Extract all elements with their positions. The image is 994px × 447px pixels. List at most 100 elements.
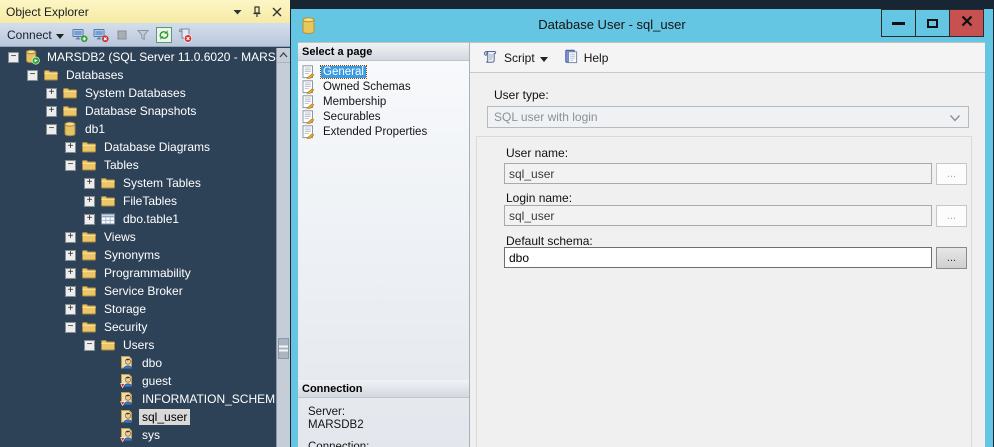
tree-item-dbo-table1[interactable]: + dbo.table1	[0, 210, 276, 228]
user-name-field[interactable]	[504, 163, 932, 184]
user-icon	[119, 409, 135, 425]
user-disabled-icon	[119, 391, 135, 407]
tree-item-label: Users	[120, 337, 157, 353]
tree-item-security[interactable]: −Security	[0, 318, 276, 336]
expand-icon[interactable]: +	[84, 178, 95, 189]
tree-item-label: System Databases	[82, 85, 189, 101]
chevron-down-icon[interactable]	[233, 9, 242, 15]
folder-icon	[62, 103, 78, 119]
expand-icon[interactable]: +	[84, 214, 95, 225]
page-icon	[302, 95, 317, 109]
tree-item-label: dbo.table1	[120, 211, 182, 227]
tree-item-dbo[interactable]: dbo	[0, 354, 276, 372]
collapse-icon[interactable]: −	[65, 322, 76, 333]
tree-item-label: Views	[101, 229, 139, 245]
script-error-icon[interactable]	[177, 27, 193, 43]
refresh-icon[interactable]	[156, 27, 172, 43]
script-button[interactable]: Script	[479, 47, 551, 69]
tree-item-db1[interactable]: −db1	[0, 120, 276, 138]
tree-item-label: dbo	[139, 355, 165, 371]
tree-item-users[interactable]: − Users	[0, 336, 276, 354]
login-name-field[interactable]	[504, 205, 932, 226]
expand-icon[interactable]: +	[46, 88, 57, 99]
folder-icon	[62, 85, 78, 101]
tree-item-storage[interactable]: +Storage	[0, 300, 276, 318]
close-button[interactable]	[949, 9, 984, 37]
page-icon	[302, 80, 317, 94]
tree-item-sys[interactable]: sys	[0, 426, 276, 444]
tree-item-database-snapshots[interactable]: +Database Snapshots	[0, 102, 276, 120]
connect-button[interactable]: Connect	[5, 27, 66, 43]
tree-item-views[interactable]: + Views	[0, 228, 276, 246]
tree-item-guest[interactable]: guest	[0, 372, 276, 390]
stop-icon[interactable]	[114, 27, 130, 43]
object-explorer-toolbar: Connect	[0, 23, 290, 47]
connect-server-icon[interactable]	[72, 27, 88, 43]
expand-icon[interactable]: +	[65, 268, 76, 279]
tree-item-marsdb2-sql-server-11-0-6020-marsd[interactable]: −MARSDB2 (SQL Server 11.0.6020 - MARSD	[0, 48, 276, 66]
tree-item-information-schem[interactable]: INFORMATION_SCHEM	[0, 390, 276, 408]
user-type-value: SQL user with login	[494, 110, 598, 124]
script-button-label: Script	[504, 51, 535, 65]
tree-item-synonyms[interactable]: +Synonyms	[0, 246, 276, 264]
dialog-titlebar[interactable]: Database User - sql_user	[291, 9, 993, 42]
maximize-button[interactable]	[915, 9, 950, 37]
expand-icon[interactable]: +	[65, 142, 76, 153]
page-item-extended-properties[interactable]: Extended Properties	[301, 124, 469, 139]
page-item-owned-schemas[interactable]: Owned Schemas	[301, 79, 469, 94]
tree-item-label: Service Broker	[101, 283, 186, 299]
tree-item-service-broker[interactable]: + Service Broker	[0, 282, 276, 300]
chevron-down-icon[interactable]	[540, 51, 548, 65]
tree-scrollbar[interactable]	[276, 48, 290, 447]
default-schema-browse-button[interactable]: ...	[936, 247, 967, 269]
object-explorer-title: Object Explorer	[6, 5, 233, 19]
folder-icon	[81, 301, 97, 317]
server-icon	[24, 49, 40, 65]
tree-item-label: sys	[139, 427, 163, 443]
disconnect-server-icon[interactable]	[93, 27, 109, 43]
expand-icon[interactable]: +	[65, 304, 76, 315]
page-item-membership[interactable]: Membership	[301, 94, 469, 109]
default-schema-field[interactable]	[504, 247, 932, 268]
scrollbar-thumb[interactable]	[278, 338, 289, 359]
database-user-dialog: Database User - sql_user Select a page G…	[291, 9, 993, 447]
expand-icon[interactable]: +	[65, 232, 76, 243]
user-name-browse-button: ...	[936, 163, 967, 185]
expand-icon[interactable]: +	[84, 196, 95, 207]
tree-item-databases[interactable]: − Databases	[0, 66, 276, 84]
page-item-securables[interactable]: Securables	[301, 109, 469, 124]
tree-item-filetables[interactable]: +FileTables	[0, 192, 276, 210]
object-explorer-panel: Object Explorer Connect −MARSDB2 (SQL Se…	[0, 0, 290, 447]
filter-icon[interactable]	[135, 27, 151, 43]
page-icon	[302, 65, 317, 79]
tree-item-database-diagrams[interactable]: +Database Diagrams	[0, 138, 276, 156]
dialog-main-pane: Script Help User type: SQL user with log…	[470, 43, 985, 447]
page-item-general[interactable]: General	[301, 64, 469, 79]
tree-item-label: Tables	[101, 157, 142, 173]
collapse-icon[interactable]: −	[65, 160, 76, 171]
tree-item-programmability[interactable]: +Programmability	[0, 264, 276, 282]
pin-icon[interactable]	[251, 6, 263, 18]
scrollbar-up-icon[interactable]	[277, 48, 290, 63]
user-disabled-icon	[119, 427, 135, 443]
tree-item-tables[interactable]: − Tables	[0, 156, 276, 174]
collapse-icon[interactable]: −	[8, 52, 19, 63]
collapse-icon[interactable]: −	[84, 340, 95, 351]
help-button[interactable]: Help	[561, 47, 612, 69]
script-icon	[482, 49, 499, 67]
tree-item-sql-user[interactable]: sql_user	[0, 408, 276, 426]
chevron-down-icon	[56, 28, 64, 42]
tree-item-system-tables[interactable]: +System Tables	[0, 174, 276, 192]
collapse-icon[interactable]: −	[46, 124, 57, 135]
tree-item-label: Databases	[63, 67, 126, 83]
user-type-select[interactable]: SQL user with login	[487, 106, 969, 128]
page-icon	[302, 110, 317, 124]
tree-item-system-databases[interactable]: + System Databases	[0, 84, 276, 102]
object-explorer-tree: −MARSDB2 (SQL Server 11.0.6020 - MARSD−D…	[0, 48, 276, 447]
collapse-icon[interactable]: −	[27, 70, 38, 81]
minimize-button[interactable]	[881, 9, 916, 37]
expand-icon[interactable]: +	[65, 286, 76, 297]
close-icon[interactable]	[272, 7, 282, 17]
expand-icon[interactable]: +	[65, 250, 76, 261]
expand-icon[interactable]: +	[46, 106, 57, 117]
